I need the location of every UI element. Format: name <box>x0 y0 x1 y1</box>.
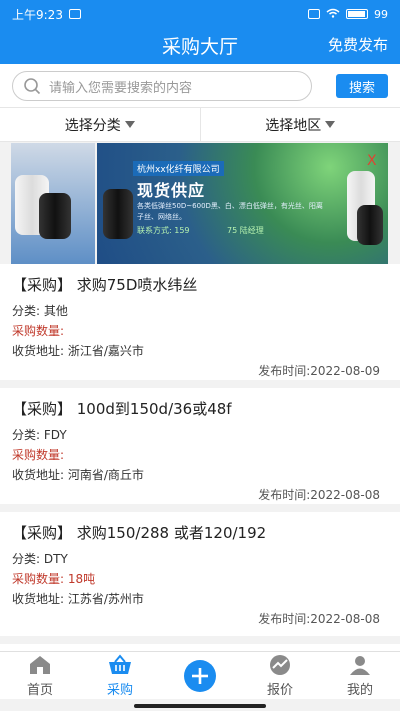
notification-icon <box>68 9 81 19</box>
banner-side-image <box>11 143 95 264</box>
tab-quote-label: 报价 <box>266 682 293 698</box>
list-item[interactable]: 【采购】 求购150/288 或者120/192 分类: DTY 采购数量: 1… <box>0 512 400 644</box>
item-date: 发布时间:2022-08-08 <box>258 612 380 626</box>
banner-contact-name: 75 陆经理 <box>227 226 264 235</box>
tab-mine[interactable]: 我的 <box>320 652 400 699</box>
list-item[interactable]: 【采购】 100d到150d/36或48f 分类: FDY 采购数量: 收货地址… <box>0 388 400 512</box>
bottom-tab-bar: 首页 采购 报价 我的 <box>0 651 400 699</box>
banner-close-icon[interactable]: X <box>367 153 377 169</box>
status-time: 上午9:23 <box>12 7 63 22</box>
item-title: 【采购】 求购150/288 或者120/192 <box>12 524 267 542</box>
item-category: 分类: 其他 <box>12 304 68 318</box>
item-address: 收货地址: 江苏省/苏州市 <box>12 592 144 606</box>
black-spool-icon <box>357 205 383 245</box>
caret-down-icon <box>325 121 336 128</box>
tab-purchase[interactable]: 采购 <box>80 652 160 699</box>
filter-category[interactable]: 选择分类 <box>0 108 200 141</box>
publish-button[interactable]: 免费发布 <box>328 34 388 55</box>
wifi-icon <box>326 8 340 21</box>
item-title: 【采购】 求购75D喷水纬丝 <box>12 276 198 294</box>
item-category: 分类: FDY <box>12 428 67 442</box>
home-icon <box>30 655 50 674</box>
search-button[interactable]: 搜索 <box>336 74 388 98</box>
item-title: 【采购】 100d到150d/36或48f <box>12 400 232 418</box>
list-item[interactable]: 【采购】 求购75D喷水纬丝 分类: 其他 采购数量: 收货地址: 浙江省/嘉兴… <box>0 264 400 388</box>
home-indicator <box>134 704 266 708</box>
banner-contact: 联系方式: 159 <box>137 226 190 235</box>
banner-company: 杭州xx化纤有限公司 <box>133 161 224 176</box>
item-address: 收货地址: 河南省/商丘市 <box>12 468 144 482</box>
tab-publish[interactable] <box>160 652 240 699</box>
item-category: 分类: DTY <box>12 552 68 566</box>
filter-region[interactable]: 选择地区 <box>199 108 400 141</box>
sim-icon <box>308 9 320 19</box>
tab-quote[interactable]: 报价 <box>240 652 320 699</box>
caret-down-icon <box>124 121 135 128</box>
banner-description: 各类低弹丝50D~600D黑、白、漂白低弹丝，有光丝、阳离子丝、网络丝。 <box>137 202 323 221</box>
item-quantity: 采购数量: <box>12 448 65 462</box>
tab-purchase-label: 采购 <box>106 682 133 698</box>
filter-bar: 选择分类 选择地区 <box>0 108 400 142</box>
black-spool-icon <box>39 193 71 239</box>
purchase-list: 【采购】 求购75D喷水纬丝 分类: 其他 采购数量: 收货地址: 浙江省/嘉兴… <box>0 264 400 652</box>
tab-home-label: 首页 <box>26 682 53 698</box>
filter-region-label: 选择地区 <box>265 117 322 134</box>
tab-home[interactable]: 首页 <box>0 652 80 699</box>
status-left: 上午9:23 <box>12 6 81 23</box>
user-icon <box>350 655 370 675</box>
item-date: 发布时间:2022-08-08 <box>258 488 380 502</box>
item-quantity: 采购数量: 18吨 <box>12 572 96 586</box>
search-placeholder: 请输入您需要搜索的内容 <box>49 80 193 96</box>
header: 采购大厅 免费发布 <box>0 28 400 64</box>
item-address: 收货地址: 浙江省/嘉兴市 <box>12 344 144 358</box>
battery-level: 99 <box>374 7 388 21</box>
search-icon <box>24 78 41 95</box>
plus-icon <box>184 659 216 692</box>
basket-icon <box>109 653 131 674</box>
status-right: 99 <box>308 8 388 21</box>
search-bar: 请输入您需要搜索的内容 搜索 <box>0 64 400 108</box>
battery-icon <box>346 9 368 19</box>
banner-headline: 现货供应 <box>137 181 206 200</box>
black-spool-icon <box>103 189 133 239</box>
item-quantity: 采购数量: <box>12 324 65 338</box>
filter-category-label: 选择分类 <box>64 117 121 134</box>
trend-icon <box>270 654 290 675</box>
tab-mine-label: 我的 <box>346 682 373 698</box>
item-date: 发布时间:2022-08-09 <box>258 364 380 378</box>
status-bar: 上午9:23 99 <box>0 0 400 28</box>
search-input[interactable]: 请输入您需要搜索的内容 <box>12 71 312 101</box>
promo-banner[interactable]: 杭州xx化纤有限公司 现货供应 各类低弹丝50D~600D黑、白、漂白低弹丝，有… <box>11 143 388 264</box>
